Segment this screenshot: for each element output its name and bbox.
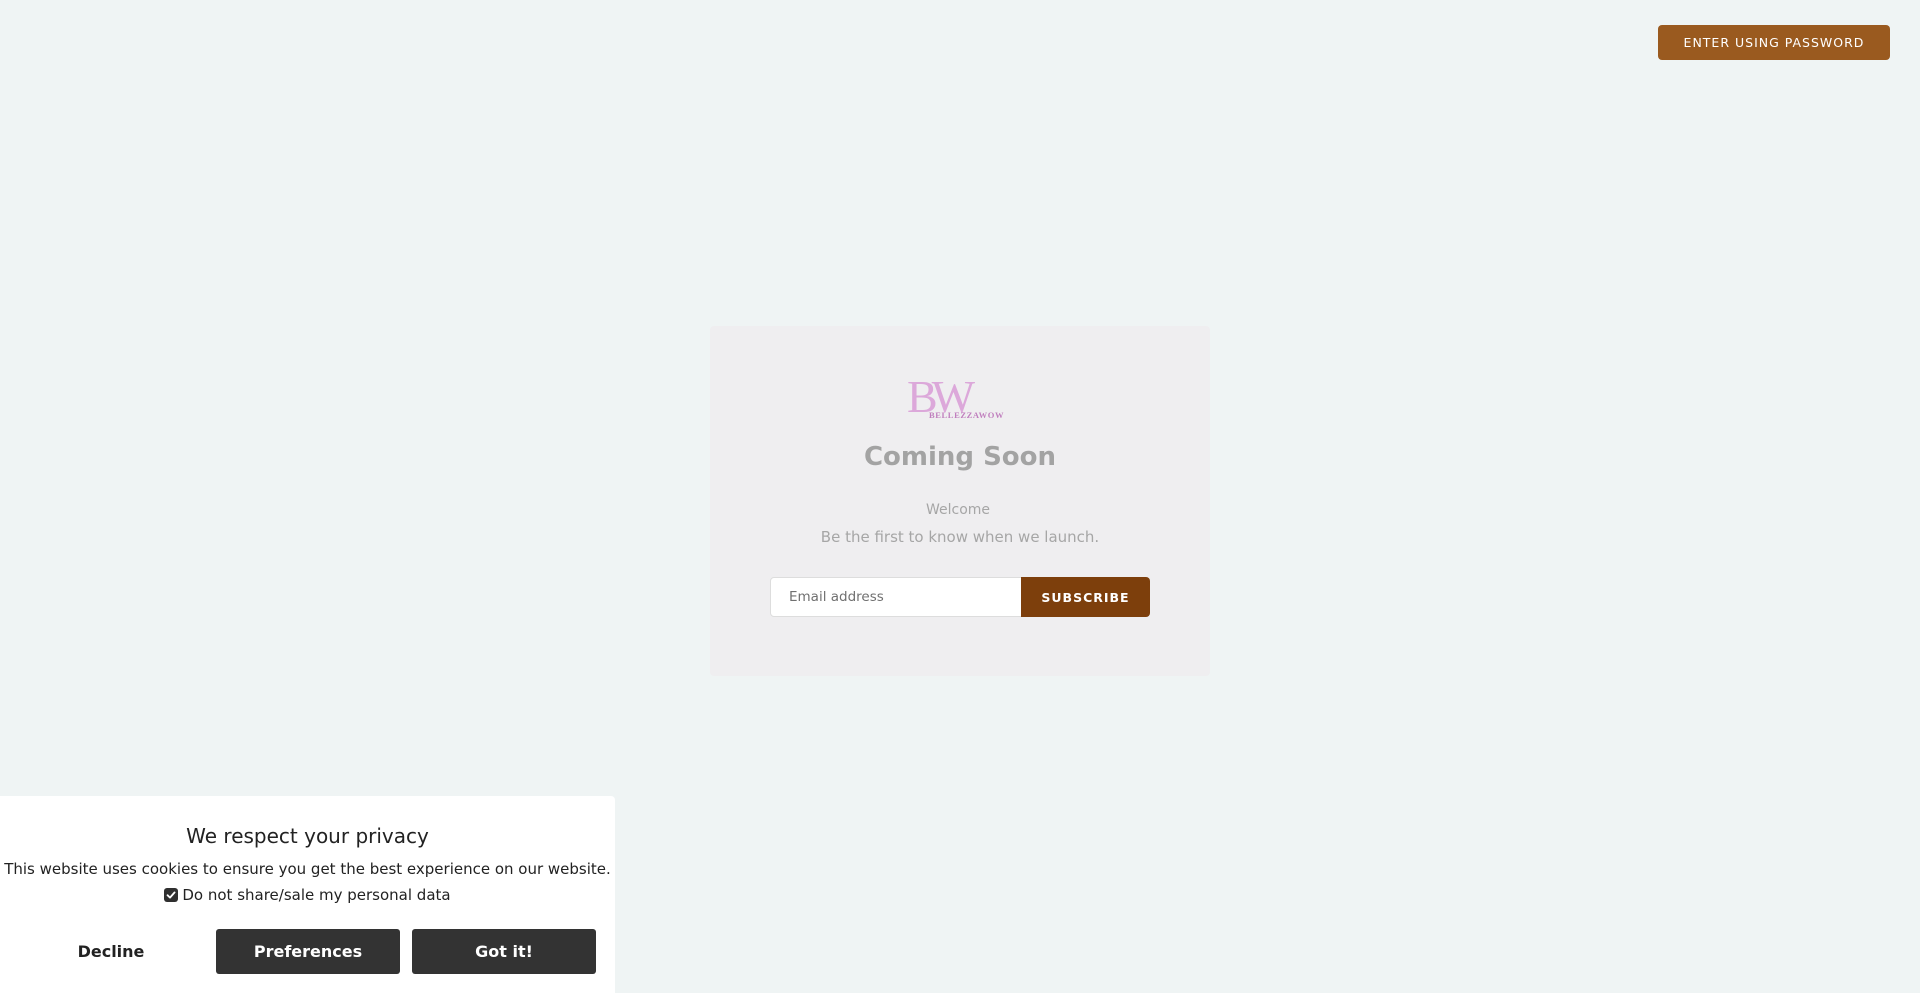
- decline-button[interactable]: Decline: [19, 929, 203, 974]
- coming-soon-card: BW BELLEZZAWOW Coming Soon Welcome Be th…: [710, 326, 1210, 676]
- welcome-text: Welcome: [925, 502, 991, 518]
- launch-subtitle: Be the first to know when we launch.: [820, 528, 1100, 546]
- cookie-banner: We respect your privacy This website use…: [0, 796, 615, 993]
- coming-soon-page: ENTER USING PASSWORD BW BELLEZZAWOW Comi…: [0, 0, 1920, 993]
- got-it-button[interactable]: Got it!: [412, 929, 596, 974]
- cookie-banner-title: We respect your privacy: [186, 824, 429, 848]
- preferences-button[interactable]: Preferences: [216, 929, 400, 974]
- enter-using-password-button[interactable]: ENTER USING PASSWORD: [1658, 25, 1890, 60]
- optout-row: Do not share/sale my personal data: [0, 886, 615, 904]
- bellezzawow-logo-icon: BW BELLEZZAWOW: [907, 371, 1004, 420]
- page-title: Coming Soon: [863, 442, 1057, 472]
- logo-wordmark: BELLEZZAWOW: [929, 410, 1004, 420]
- optout-checkbox[interactable]: [164, 888, 179, 902]
- checkmark-icon: [166, 891, 176, 899]
- optout-label[interactable]: Do not share/sale my personal data: [182, 886, 450, 904]
- subscribe-button[interactable]: SUBSCRIBE: [1021, 577, 1150, 617]
- email-input[interactable]: [770, 577, 1022, 617]
- cookie-banner-text: This website uses cookies to ensure you …: [4, 860, 611, 878]
